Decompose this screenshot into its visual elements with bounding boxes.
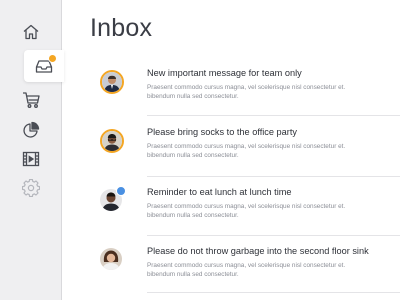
message-preview: Praesent commodo cursus magna, vel scele… [147,262,346,278]
home-icon [22,23,40,41]
sidebar-item-home[interactable] [0,16,62,48]
gear-icon [22,179,40,197]
avatar-woman [100,248,122,270]
divider [147,235,400,236]
divider [147,292,400,293]
status-badge [116,186,126,196]
avatar-man-glasses [100,129,124,153]
message-title: Please bring socks to the office party [147,127,297,137]
sidebar-item-reports[interactable] [0,114,62,146]
avatar [100,70,124,94]
main-panel: Inbox New important message for team onl… [62,0,400,300]
sidebar-item-media[interactable] [0,143,62,175]
page-title: Inbox [90,14,153,42]
cart-icon [22,91,41,109]
sidebar-item-inbox[interactable] [24,50,64,82]
message-item[interactable]: Please do not throw garbage into the sec… [62,244,400,302]
avatar [100,129,124,153]
divider [147,176,400,177]
pie-chart-icon [22,121,40,139]
film-icon [22,151,40,167]
message-preview: Praesent commodo cursus magna, vel scele… [147,203,346,219]
message-title: Reminder to eat lunch at lunch time [147,187,292,197]
message-title: New important message for team only [147,68,302,78]
sidebar-item-settings[interactable] [0,172,62,204]
message-preview: Praesent commodo cursus magna, vel scele… [147,84,346,100]
divider [147,115,400,116]
message-title: Please do not throw garbage into the sec… [147,246,369,256]
avatar [100,248,124,272]
avatar-man-suit [100,70,124,94]
sidebar [0,0,64,300]
inbox-icon [35,54,57,74]
avatar [100,186,126,213]
notification-badge [48,54,57,63]
message-item[interactable]: Please bring socks to the office party P… [62,125,400,183]
sidebar-item-cart[interactable] [0,84,62,116]
message-preview: Praesent commodo cursus magna, vel scele… [147,143,346,159]
